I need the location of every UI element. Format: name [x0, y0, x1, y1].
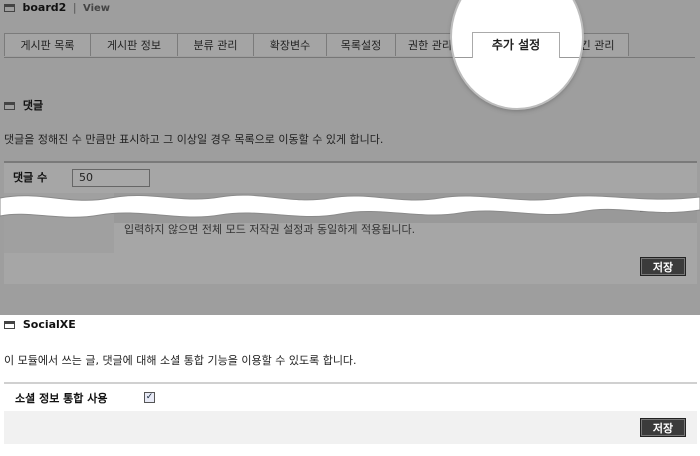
- view-link[interactable]: View: [83, 3, 110, 14]
- section-icon: [4, 102, 15, 110]
- tab-category[interactable]: 분류 관리: [177, 33, 254, 56]
- module-title: board2: [22, 1, 67, 14]
- title-separator: |: [72, 1, 77, 14]
- comment-description: 댓글을 정해진 수 만큼만 표시하고 그 이상일 경우 목록으로 이동할 수 있…: [4, 133, 384, 146]
- torn-edge-divider: [0, 194, 700, 218]
- tab-list-config[interactable]: 목록설정: [326, 33, 396, 56]
- page-header: board2 | View: [4, 1, 110, 15]
- social-description: 이 모듈에서 쓰는 글, 댓글에 대해 소셜 통합 기능을 이용할 수 있도록 …: [4, 354, 357, 367]
- comment-count-input[interactable]: 50: [72, 169, 150, 187]
- tab-extra-vars[interactable]: 확장변수: [253, 33, 327, 56]
- comment-section-label: 댓글: [22, 99, 44, 112]
- tab-additional-settings[interactable]: 추가 설정: [472, 32, 560, 58]
- comment-count-label: 댓글 수: [13, 171, 48, 184]
- comment-save-button[interactable]: 저장: [640, 257, 686, 276]
- social-section-title: SocialXE: [4, 318, 76, 331]
- section-icon: [4, 321, 15, 329]
- tab-board-info[interactable]: 게시판 정보: [90, 33, 178, 56]
- tab-bar: 게시판 목록 게시판 정보 분류 관리 확장변수 목록설정 권한 관리 스킨 관…: [4, 33, 695, 58]
- social-save-button[interactable]: 저장: [640, 418, 686, 437]
- social-integration-checkbox[interactable]: ✓: [144, 392, 155, 403]
- social-integration-label: 소셜 정보 통합 사용: [15, 392, 108, 405]
- social-section-label: SocialXE: [22, 318, 76, 331]
- tab-board-list[interactable]: 게시판 목록: [4, 33, 91, 56]
- social-button-row: [4, 411, 697, 444]
- comment-section-title: 댓글: [4, 97, 43, 113]
- social-settings-form: 소셜 정보 통합 사용 ✓ 저장: [4, 382, 697, 444]
- window-icon: [4, 4, 15, 12]
